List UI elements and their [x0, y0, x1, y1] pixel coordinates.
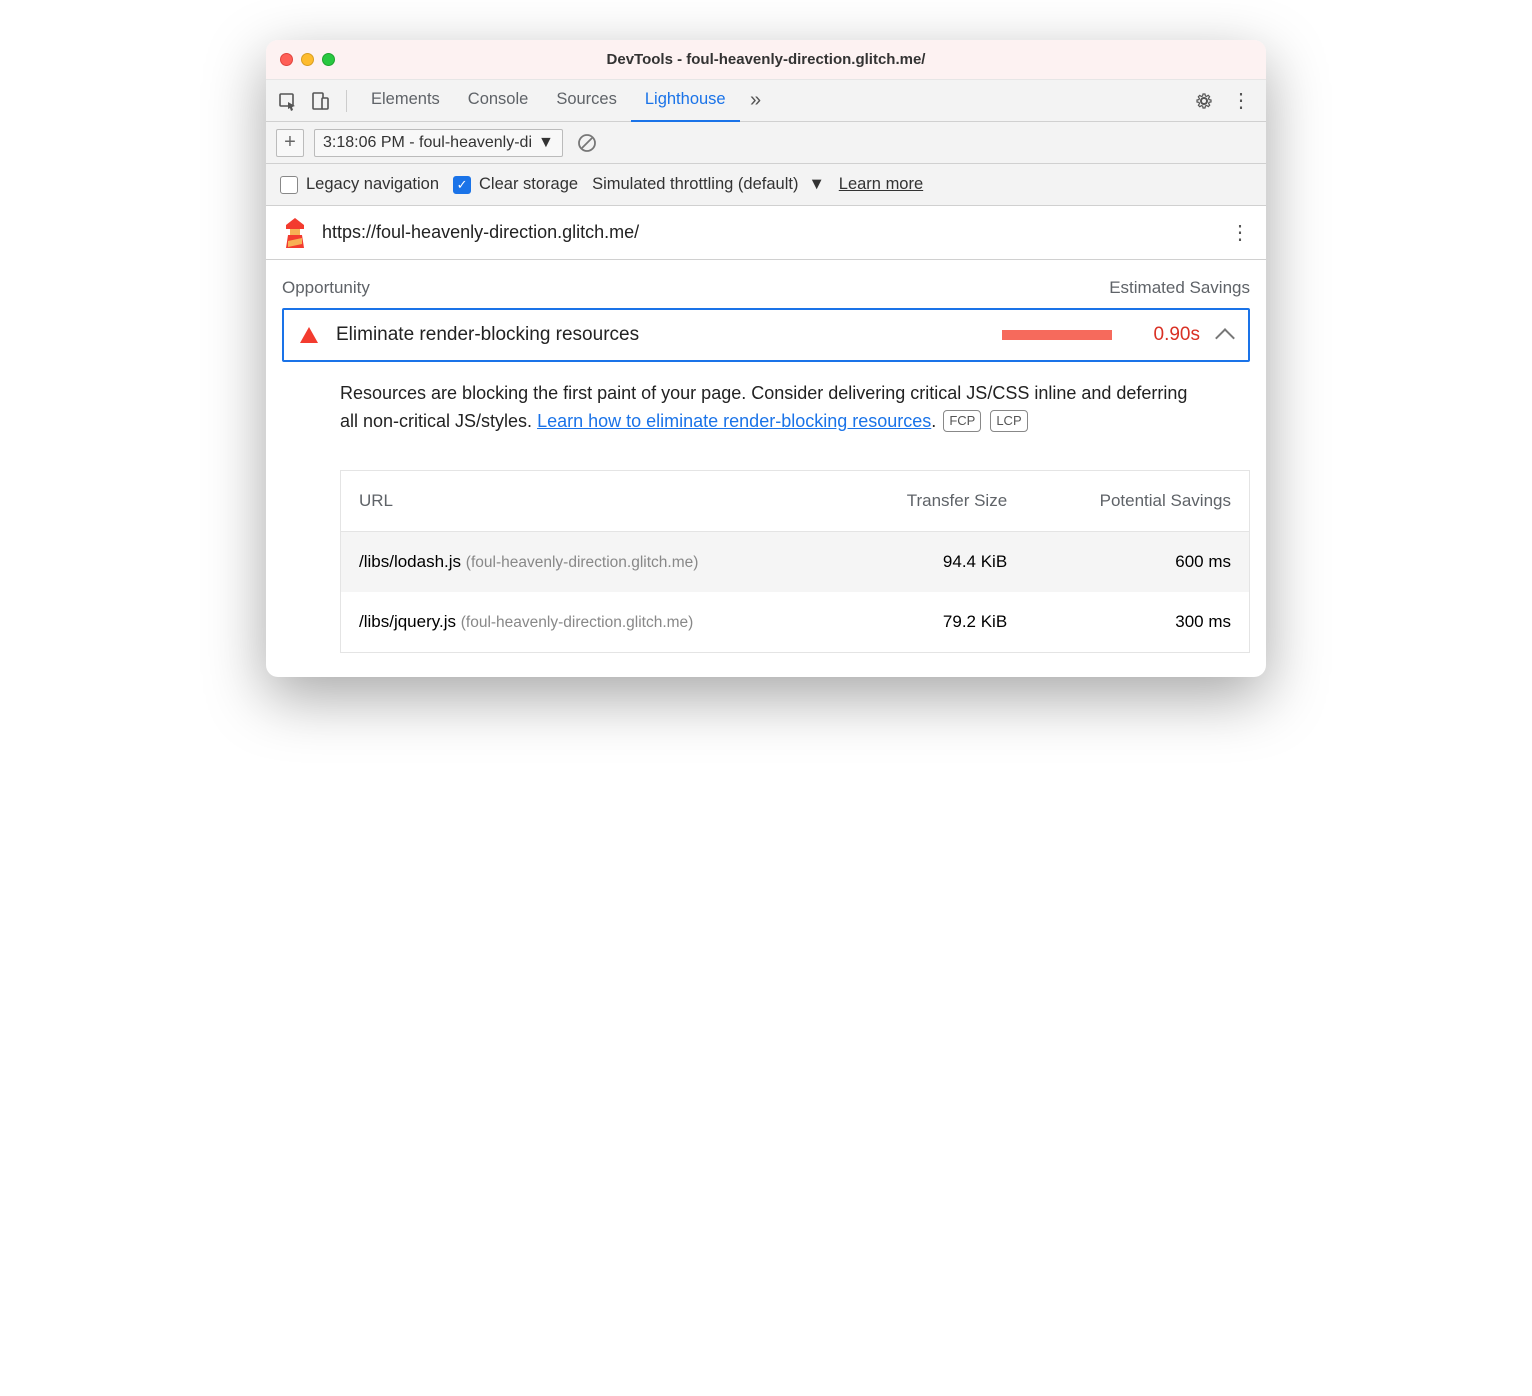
col-transfer-size: Transfer Size	[843, 470, 1025, 531]
col-potential-savings: Potential Savings	[1025, 470, 1249, 531]
toolbar-divider	[346, 90, 347, 112]
learn-more-link[interactable]: Learn more	[839, 175, 923, 194]
audit-description: Resources are blocking the first paint o…	[282, 362, 1250, 446]
table-row: /libs/jquery.js (foul-heavenly-direction…	[341, 592, 1250, 653]
report-selector[interactable]: 3:18:06 PM - foul-heavenly-di ▼	[314, 129, 563, 157]
inspect-element-icon[interactable]	[272, 85, 304, 117]
cell-url: /libs/jquery.js (foul-heavenly-direction…	[341, 592, 843, 653]
clear-storage-option[interactable]: ✓ Clear storage	[453, 175, 578, 194]
tab-console[interactable]: Console	[454, 80, 543, 122]
lighthouse-logo-icon	[282, 218, 308, 248]
more-tabs-icon[interactable]: »	[740, 85, 772, 117]
audit-savings-value: 0.90s	[1130, 324, 1200, 346]
audit-title: Eliminate render-blocking resources	[336, 324, 639, 346]
cell-size: 79.2 KiB	[843, 592, 1025, 653]
devtools-window: DevTools - foul-heavenly-direction.glitc…	[266, 40, 1266, 677]
device-mode-icon[interactable]	[304, 85, 336, 117]
audit-learn-link[interactable]: Learn how to eliminate render-blocking r…	[537, 411, 931, 431]
report-url-bar: https://foul-heavenly-direction.glitch.m…	[266, 206, 1266, 260]
chevron-down-icon: ▼	[808, 175, 824, 194]
opportunity-column-label: Opportunity	[282, 278, 370, 298]
cell-url: /libs/lodash.js (foul-heavenly-direction…	[341, 531, 843, 592]
lighthouse-report: Opportunity Estimated Savings Eliminate …	[266, 260, 1266, 677]
audit-savings-bar	[1002, 330, 1112, 340]
kebab-menu-icon[interactable]: ⋮	[1224, 85, 1256, 117]
report-url: https://foul-heavenly-direction.glitch.m…	[322, 222, 639, 243]
report-selector-label: 3:18:06 PM - foul-heavenly-di	[323, 134, 532, 152]
chevron-down-icon: ▼	[538, 134, 554, 152]
chevron-up-icon	[1215, 328, 1235, 348]
legacy-navigation-option[interactable]: Legacy navigation	[280, 175, 439, 194]
metric-badge-fcp: FCP	[943, 410, 981, 432]
clear-storage-checkbox[interactable]: ✓	[453, 176, 471, 194]
main-toolbar: Elements Console Sources Lighthouse » ⋮	[266, 80, 1266, 122]
traffic-lights	[266, 53, 335, 66]
titlebar: DevTools - foul-heavenly-direction.glitc…	[266, 40, 1266, 80]
col-url: URL	[341, 470, 843, 531]
clear-report-button[interactable]	[573, 129, 601, 157]
report-menu-icon[interactable]: ⋮	[1230, 220, 1250, 245]
cell-size: 94.4 KiB	[843, 531, 1025, 592]
opportunity-header-row: Opportunity Estimated Savings	[282, 274, 1250, 308]
tab-lighthouse[interactable]: Lighthouse	[631, 80, 740, 122]
gear-icon[interactable]	[1188, 85, 1220, 117]
new-report-button[interactable]: +	[276, 129, 304, 157]
savings-column-label: Estimated Savings	[1109, 278, 1250, 298]
lighthouse-subbar: + 3:18:06 PM - foul-heavenly-di ▼	[266, 122, 1266, 164]
cell-save: 300 ms	[1025, 592, 1249, 653]
tab-elements[interactable]: Elements	[357, 80, 454, 122]
window-title: DevTools - foul-heavenly-direction.glitc…	[266, 51, 1266, 68]
minimize-window-button[interactable]	[301, 53, 314, 66]
tab-sources[interactable]: Sources	[542, 80, 631, 122]
resources-table: URL Transfer Size Potential Savings /lib…	[340, 470, 1250, 653]
lighthouse-options-bar: Legacy navigation ✓ Clear storage Simula…	[266, 164, 1266, 206]
maximize-window-button[interactable]	[322, 53, 335, 66]
audit-render-blocking[interactable]: Eliminate render-blocking resources 0.90…	[282, 308, 1250, 362]
metric-badge-lcp: LCP	[990, 410, 1027, 432]
throttling-label: Simulated throttling (default)	[592, 175, 798, 194]
legacy-navigation-checkbox[interactable]	[280, 176, 298, 194]
legacy-navigation-label: Legacy navigation	[306, 175, 439, 194]
table-row: /libs/lodash.js (foul-heavenly-direction…	[341, 531, 1250, 592]
clear-storage-label: Clear storage	[479, 175, 578, 194]
cell-save: 600 ms	[1025, 531, 1249, 592]
fail-triangle-icon	[300, 327, 318, 343]
throttling-selector[interactable]: Simulated throttling (default) ▼	[592, 175, 825, 194]
table-header-row: URL Transfer Size Potential Savings	[341, 470, 1250, 531]
close-window-button[interactable]	[280, 53, 293, 66]
